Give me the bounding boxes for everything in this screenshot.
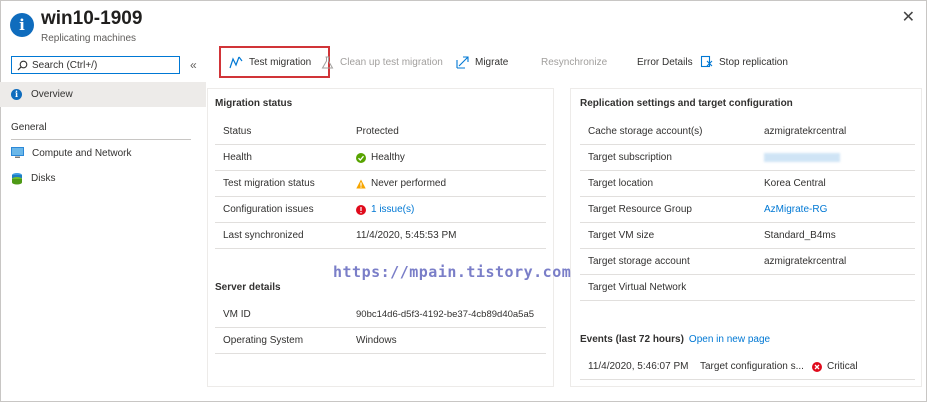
replication-heading: Replication settings and target configur… <box>580 98 793 109</box>
flask-icon <box>321 56 334 68</box>
row-label: Configuration issues <box>223 204 314 215</box>
configuration-issues-row: Configuration issues 1 issue(s) <box>215 197 546 223</box>
row-value: Standard_B4ms <box>764 230 836 241</box>
test-migration-status-value: Never performed <box>356 178 446 189</box>
divider <box>11 139 191 140</box>
row-label: Test migration status <box>223 178 315 189</box>
health-text: Healthy <box>371 152 405 163</box>
event-row[interactable]: 11/4/2020, 5:46:07 PM Target configurati… <box>580 354 915 380</box>
test-migration-button[interactable]: Test migration <box>219 46 330 78</box>
replication-row: Target Resource Group AzMigrate-RG <box>580 197 915 223</box>
event-severity: Critical <box>812 361 858 372</box>
operating-system-row: Operating System Windows <box>215 328 546 354</box>
page-subtitle: Replicating machines <box>41 33 137 44</box>
migration-status-heading: Migration status <box>215 98 293 109</box>
stop-replication-icon <box>700 55 713 68</box>
replication-row: Target Virtual Network <box>580 275 915 301</box>
vm-id-row: VM ID 90bc14d6-d5f3-4192-be37-4cb89d40a5… <box>215 302 546 328</box>
row-value: azmigratekrcentral <box>764 256 847 267</box>
test-migration-icon <box>229 56 243 68</box>
events-heading: Events (last 72 hours) Open in new page <box>580 334 770 345</box>
row-value: azmigratekrcentral <box>764 126 847 137</box>
resynchronize-button[interactable]: Resynchronize <box>541 46 607 78</box>
page-title: win10-1909 <box>41 8 143 29</box>
server-details-heading: Server details <box>215 282 281 293</box>
collapse-sidebar-button[interactable]: « <box>190 58 197 72</box>
test-migration-status-row: Test migration status Never performed <box>215 171 546 197</box>
status-row: Status Protected <box>215 119 546 145</box>
row-label: Status <box>223 126 252 137</box>
health-value: Healthy <box>356 152 405 163</box>
last-synchronized-row: Last synchronized 11/4/2020, 5:45:53 PM <box>215 223 546 249</box>
clean-up-label: Clean up test migration <box>340 56 443 68</box>
row-label: VM ID <box>223 309 251 320</box>
search-icon <box>17 60 28 70</box>
row-value: Protected <box>356 126 399 137</box>
migrate-button[interactable]: Migrate <box>456 46 508 78</box>
row-label: Target Virtual Network <box>588 282 687 293</box>
sidebar-item-label: Overview <box>31 89 73 100</box>
row-label: Operating System <box>223 335 304 346</box>
replication-row: Target VM size Standard_B4ms <box>580 223 915 249</box>
sidebar-section-general: General <box>11 122 47 133</box>
health-row: Health Healthy <box>215 145 546 171</box>
search-input[interactable]: Search (Ctrl+/) <box>11 56 180 74</box>
info-icon: i <box>10 13 34 37</box>
row-label: Health <box>223 152 252 163</box>
migrate-icon <box>456 55 469 69</box>
row-label: Target Resource Group <box>588 204 692 215</box>
configuration-issues-value: 1 issue(s) <box>356 204 414 215</box>
row-label: Target storage account <box>588 256 690 267</box>
redacted-subscription <box>764 153 840 162</box>
search-placeholder: Search (Ctrl+/) <box>32 59 98 71</box>
check-circle-icon <box>356 152 366 163</box>
row-label: Target VM size <box>588 230 655 241</box>
warning-icon <box>356 179 366 189</box>
row-label: Target subscription <box>588 152 672 163</box>
disks-icon <box>11 172 23 185</box>
event-name: Target configuration s... <box>700 361 804 372</box>
open-in-new-page-link[interactable]: Open in new page <box>689 334 770 345</box>
migrate-label: Migrate <box>475 56 509 68</box>
error-details-label: Error Details <box>637 56 693 68</box>
test-migration-status-text: Never performed <box>371 178 447 189</box>
stop-replication-label: Stop replication <box>719 56 788 68</box>
configuration-issues-link[interactable]: 1 issue(s) <box>371 204 414 215</box>
event-time: 11/4/2020, 5:46:07 PM <box>588 361 689 372</box>
events-title: Events (last 72 hours) <box>580 334 684 345</box>
info-icon: i <box>11 89 22 100</box>
error-details-button[interactable]: Error Details <box>637 46 693 78</box>
resource-group-link[interactable]: AzMigrate-RG <box>764 204 827 215</box>
replication-row: Cache storage account(s) azmigratekrcent… <box>580 119 915 145</box>
row-label: Target location <box>588 178 654 189</box>
replication-row: Target location Korea Central <box>580 171 915 197</box>
critical-icon <box>812 361 822 372</box>
row-value: Windows <box>356 335 397 346</box>
row-value: 11/4/2020, 5:45:53 PM <box>356 230 457 241</box>
sidebar-item-disks[interactable]: Disks <box>0 167 206 189</box>
row-value: 90bc14d6-d5f3-4192-be37-4cb89d40a5a5 <box>356 309 535 320</box>
sidebar-item-compute-network[interactable]: Compute and Network <box>0 142 206 164</box>
resynchronize-label: Resynchronize <box>541 56 608 68</box>
sidebar-item-overview[interactable]: i Overview <box>0 82 206 107</box>
row-label: Cache storage account(s) <box>588 126 703 137</box>
test-migration-label: Test migration <box>249 56 312 68</box>
command-bar: Test migration Clean up test migration M… <box>207 46 922 82</box>
error-icon <box>356 204 366 215</box>
replication-row: Target storage account azmigratekrcentra… <box>580 249 915 275</box>
stop-replication-button[interactable]: Stop replication <box>700 46 788 78</box>
monitor-icon <box>11 147 24 159</box>
close-icon[interactable]: ✕ <box>902 10 915 26</box>
sidebar-item-label: Disks <box>31 172 56 184</box>
row-label: Last synchronized <box>223 230 304 241</box>
sidebar-item-label: Compute and Network <box>32 147 132 159</box>
clean-up-test-migration-button[interactable]: Clean up test migration <box>321 46 443 78</box>
event-severity-text: Critical <box>827 361 858 372</box>
replication-row: Target subscription <box>580 145 915 171</box>
watermark: https://mpain.tistory.com <box>333 263 572 281</box>
row-value: Korea Central <box>764 178 826 189</box>
